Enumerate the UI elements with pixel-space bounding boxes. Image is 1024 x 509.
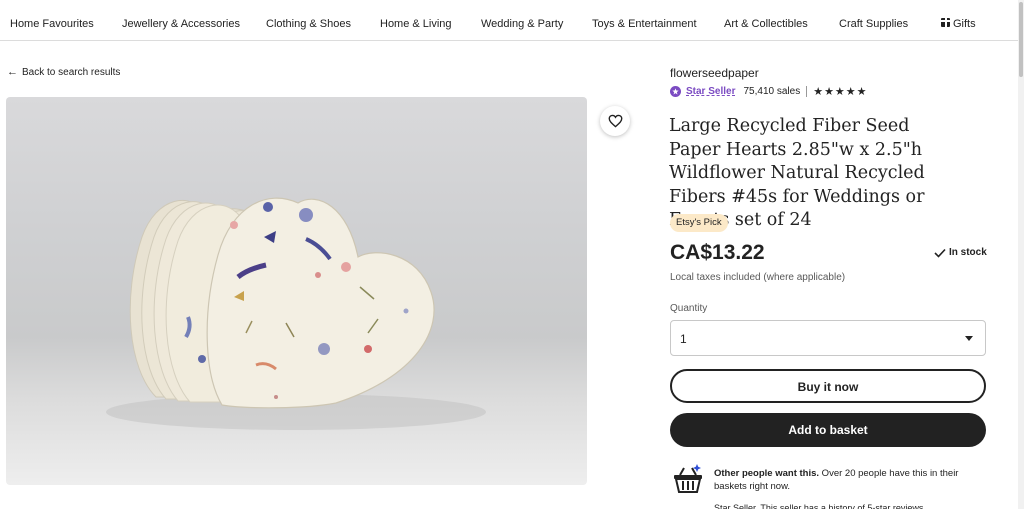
social-proof-text: Other people want this. Over 20 people h… bbox=[714, 467, 984, 493]
buy-it-now-button[interactable]: Buy it now bbox=[670, 369, 986, 403]
scrollbar-thumb[interactable] bbox=[1019, 2, 1023, 77]
seller-info-row: Star Seller 75,410 sales ★★★★★ bbox=[670, 85, 868, 98]
quantity-select[interactable]: 1 bbox=[670, 320, 986, 356]
etsys-pick-badge: Etsy's Pick bbox=[670, 214, 728, 232]
caret-down-icon bbox=[965, 336, 973, 341]
shop-name-link[interactable]: flowerseedpaper bbox=[670, 66, 759, 80]
add-to-basket-button[interactable]: Add to basket bbox=[670, 413, 986, 447]
back-to-results-link[interactable]: ← Back to search results bbox=[7, 66, 120, 78]
nav-item-craft-supplies[interactable]: Craft Supplies bbox=[839, 18, 908, 30]
stock-status: In stock bbox=[934, 247, 987, 258]
heart-icon bbox=[608, 114, 622, 128]
social-proof-lead: Other people want this. bbox=[714, 468, 820, 479]
nav-item-home-living[interactable]: Home & Living bbox=[380, 18, 452, 30]
nav-item-clothing[interactable]: Clothing & Shoes bbox=[266, 18, 351, 30]
sales-count: 75,410 sales bbox=[743, 86, 808, 97]
nav-item-wedding-party[interactable]: Wedding & Party bbox=[481, 18, 563, 30]
nav-item-home-favourites[interactable]: Home Favourites bbox=[10, 18, 94, 30]
star-seller-label[interactable]: Star Seller bbox=[686, 86, 735, 97]
partial-next-line: Star Seller. This seller has a history o… bbox=[714, 503, 924, 509]
nav-item-gifts-label: Gifts bbox=[953, 18, 976, 30]
nav-item-art[interactable]: Art & Collectibles bbox=[724, 18, 808, 30]
shopping-basket-icon bbox=[674, 464, 702, 493]
product-image[interactable] bbox=[6, 97, 587, 485]
quantity-selected-value: 1 bbox=[680, 332, 687, 346]
gift-icon bbox=[941, 16, 950, 27]
rating-stars[interactable]: ★★★★★ bbox=[813, 85, 867, 98]
arrow-left-icon: ← bbox=[7, 66, 18, 78]
nav-item-jewellery[interactable]: Jewellery & Accessories bbox=[122, 18, 240, 30]
quantity-label: Quantity bbox=[670, 303, 708, 314]
listing-price: CA$13.22 bbox=[670, 241, 765, 264]
checkmark-icon bbox=[934, 248, 946, 258]
nav-item-toys[interactable]: Toys & Entertainment bbox=[592, 18, 697, 30]
stock-status-label: In stock bbox=[949, 247, 987, 258]
category-nav: Home Favourites Jewellery & Accessories … bbox=[0, 0, 1018, 41]
seed-paper-hearts-photo bbox=[106, 197, 486, 430]
favorite-button[interactable] bbox=[600, 106, 630, 136]
back-link-label: Back to search results bbox=[22, 67, 121, 78]
star-seller-icon bbox=[670, 86, 681, 97]
page-scrollbar[interactable] bbox=[1018, 0, 1024, 509]
tax-note: Local taxes included (where applicable) bbox=[670, 272, 846, 283]
nav-item-gifts[interactable]: Gifts bbox=[941, 16, 976, 30]
